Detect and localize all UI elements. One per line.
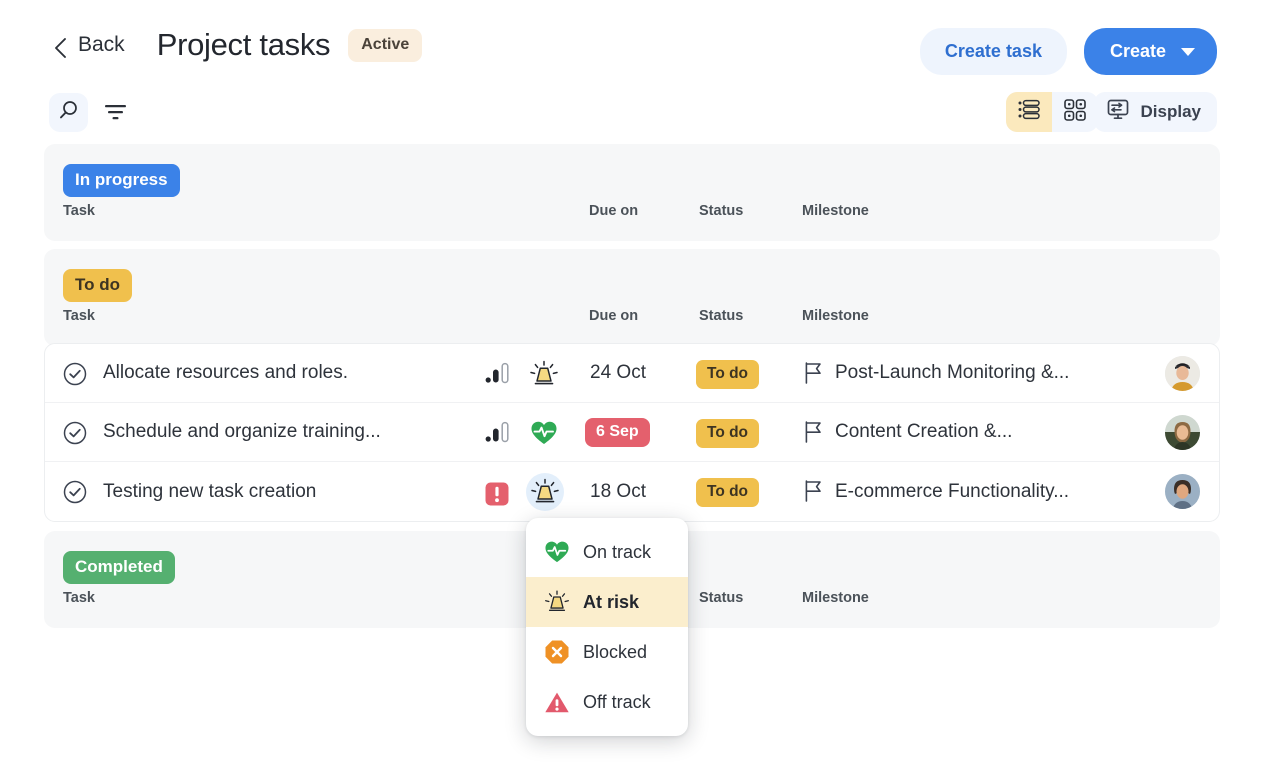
column-header-milestone: Milestone — [802, 203, 869, 219]
column-header-task: Task — [63, 590, 95, 606]
column-header-status: Status — [699, 590, 744, 606]
dropdown-item-blocked[interactable]: Blocked — [526, 627, 688, 677]
dropdown-item-label: On track — [583, 541, 652, 562]
status-badge: To do — [696, 419, 760, 448]
back-button[interactable]: Back — [52, 33, 125, 58]
back-label: Back — [78, 33, 125, 56]
task-name: Testing new task creation — [103, 480, 317, 502]
dropdown-item-at-risk[interactable]: At risk — [526, 577, 688, 627]
dropdown-item-label: At risk — [583, 591, 640, 612]
column-header-status: Status — [699, 308, 744, 324]
task-name: Schedule and organize training... — [103, 421, 381, 442]
column-header-milestone: Milestone — [802, 308, 869, 324]
column-header-task: Task — [63, 308, 95, 324]
chevron-left-icon — [52, 37, 68, 58]
table-row[interactable]: Allocate resources and roles. 24 Oct To … — [45, 344, 1219, 403]
status-badge: To do — [696, 478, 760, 507]
milestone-name: Post-Launch Monitoring &... — [835, 362, 1070, 383]
due-date: 24 Oct — [590, 362, 646, 383]
column-header-due: Due on — [589, 308, 639, 324]
milestone-name: E-commerce Functionality... — [835, 480, 1070, 502]
section-label-in-progress: In progress — [63, 164, 180, 197]
avatar[interactable] — [1165, 415, 1200, 450]
priority-high-icon — [485, 482, 509, 511]
create-button-label: Create — [1109, 41, 1166, 61]
avatar[interactable] — [1165, 474, 1200, 509]
avatar[interactable] — [1165, 356, 1200, 391]
dropdown-item-label: Blocked — [583, 641, 648, 662]
section-to-do: To do Task Due on Status Milestone — [44, 249, 1220, 346]
milestone-flag-icon — [803, 479, 825, 508]
search-icon — [58, 99, 80, 126]
task-list: Allocate resources and roles. 24 Oct To … — [44, 343, 1220, 522]
column-header-task: Task — [63, 203, 95, 219]
health-status-dropdown: On track At risk Blocked Off track — [526, 518, 688, 736]
due-date-overdue-badge: 6 Sep — [585, 418, 650, 447]
milestone-name: Content Creation &... — [835, 421, 1013, 442]
table-row[interactable]: Schedule and organize training... 6 Sep … — [45, 403, 1219, 462]
section-label-to-do: To do — [63, 269, 132, 302]
page-header: Back Project tasks Active Create task Cr… — [0, 0, 1263, 90]
status-badge: To do — [696, 360, 760, 389]
create-task-button[interactable]: Create task — [919, 28, 1067, 75]
milestone-flag-icon — [803, 420, 825, 449]
dropdown-item-off-track[interactable]: Off track — [526, 677, 688, 727]
display-settings-icon — [1106, 98, 1132, 127]
section-label-completed: Completed — [63, 551, 175, 584]
column-header-milestone: Milestone — [802, 590, 869, 606]
chevron-down-icon — [1181, 47, 1195, 56]
page-title: Project tasks — [156, 27, 331, 62]
create-button[interactable]: Create — [1083, 28, 1217, 75]
grid-view-button[interactable] — [1052, 92, 1098, 132]
status-badge: Active — [348, 28, 423, 62]
complete-checkbox[interactable] — [63, 421, 87, 450]
column-header-due: Due on — [589, 203, 639, 219]
priority-medium-icon — [485, 362, 513, 389]
filter-button[interactable] — [103, 101, 128, 127]
table-row[interactable]: Testing new task creation 18 Oct To do E… — [45, 462, 1219, 521]
header-actions: Create task Create — [919, 28, 1217, 75]
list-view-icon — [1017, 97, 1042, 127]
view-toggle — [1006, 92, 1098, 132]
display-button[interactable]: Display — [1093, 92, 1217, 132]
toolbar: Display — [0, 92, 1263, 142]
complete-checkbox[interactable] — [63, 362, 87, 391]
grid-view-icon — [1063, 98, 1087, 127]
list-view-button[interactable] — [1006, 92, 1052, 132]
warning-triangle-icon — [544, 689, 570, 715]
dropdown-item-label: Off track — [583, 691, 651, 712]
heart-pulse-icon — [544, 539, 570, 565]
display-label: Display — [1140, 102, 1201, 121]
app-root: Back Project tasks Active Create task Cr… — [0, 0, 1263, 773]
health-at-risk-icon[interactable] — [526, 473, 564, 511]
due-date: 18 Oct — [590, 480, 646, 502]
column-header-status: Status — [699, 203, 744, 219]
health-on-track-icon[interactable] — [526, 416, 562, 450]
search-button[interactable] — [49, 93, 88, 132]
complete-checkbox[interactable] — [63, 480, 87, 509]
filter-icon — [103, 105, 128, 126]
milestone-flag-icon — [803, 361, 825, 390]
siren-icon — [544, 589, 570, 615]
task-name: Allocate resources and roles. — [103, 362, 349, 383]
priority-medium-icon — [485, 421, 513, 448]
dropdown-item-on-track[interactable]: On track — [526, 527, 688, 577]
octagon-x-icon — [544, 639, 570, 665]
section-in-progress: In progress Task Due on Status Milestone — [44, 144, 1220, 241]
health-at-risk-icon[interactable] — [526, 357, 562, 391]
